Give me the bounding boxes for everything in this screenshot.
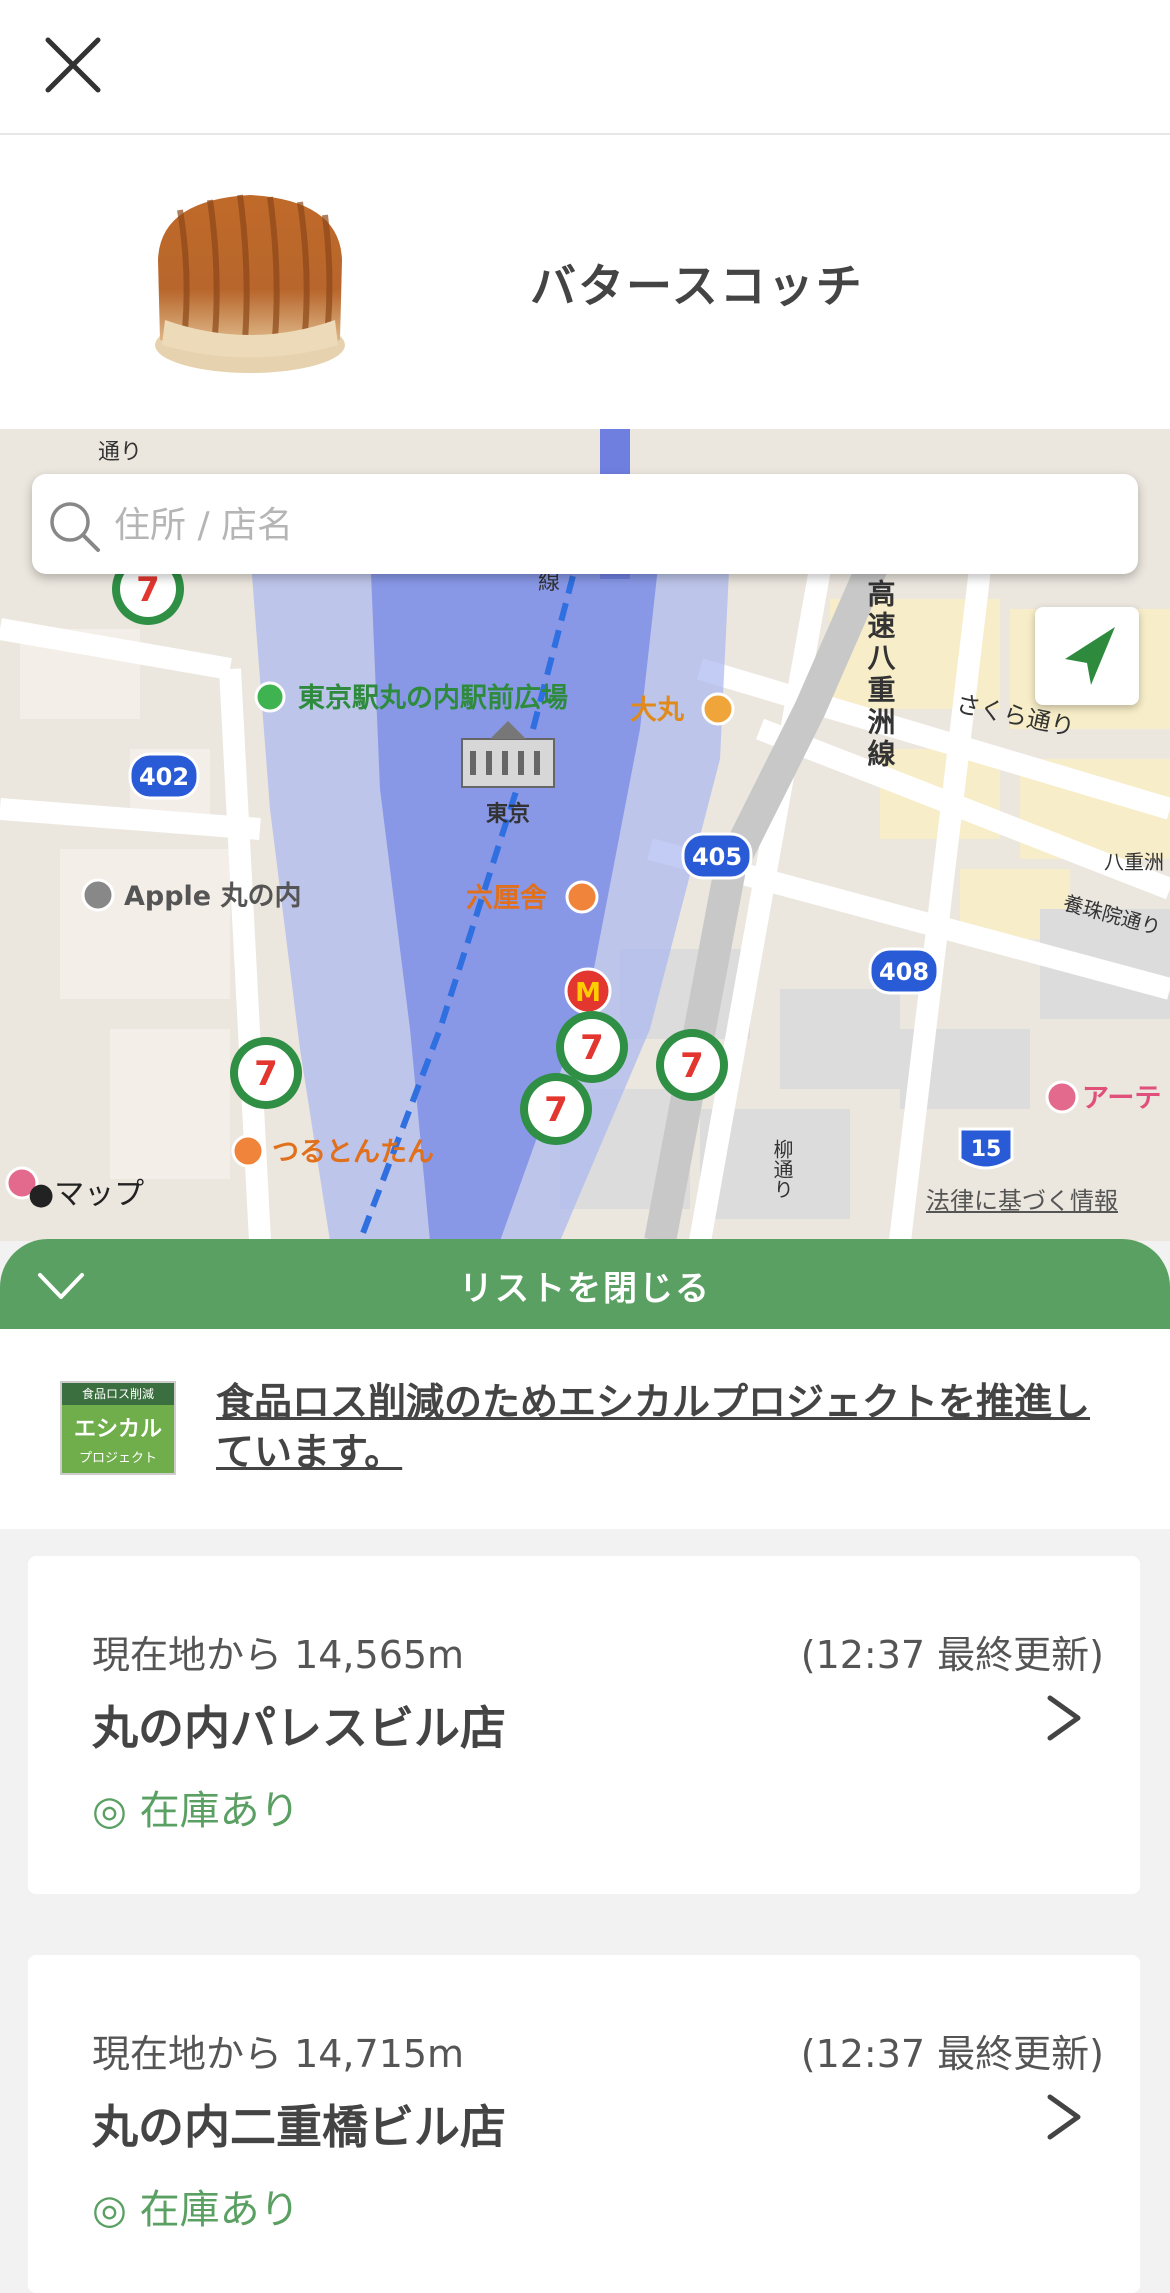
route-402-label: 402	[139, 763, 189, 791]
seven-eleven-marker[interactable]: 7	[556, 1011, 628, 1083]
logo-text-bot: プロジェクト	[78, 1451, 157, 1466]
bread-image	[155, 194, 345, 373]
map-search-box[interactable]	[32, 474, 1138, 574]
map-label-yaesu: 八重洲	[1104, 850, 1164, 874]
product-name: バタースコッチ	[530, 259, 864, 313]
close-list-button[interactable]: リストを閉じる	[0, 1239, 1170, 1329]
svg-text:M: M	[575, 978, 601, 1008]
route-405-icon: 405	[681, 832, 753, 880]
map-label-expressway: 高速八重洲線	[864, 579, 897, 771]
seven-eleven-marker[interactable]: 7	[656, 1029, 728, 1101]
route-15-icon: 15	[958, 1127, 1014, 1170]
search-icon	[50, 502, 100, 552]
map-label-street: 通り	[98, 440, 142, 465]
park-poi-icon	[254, 681, 286, 713]
shopping-bag-icon	[701, 692, 735, 726]
store-card[interactable]: 現在地から 14,565m (12:37 最終更新) 丸の内パレスビル店 ◎ 在…	[28, 1556, 1140, 1894]
route-405-label: 405	[692, 843, 742, 871]
route-408-icon: 408	[868, 947, 940, 995]
store-distance: 現在地から 14,715m	[92, 2032, 465, 2076]
svg-text:7: 7	[580, 1028, 604, 1068]
store-updated-time: (12:37 最終更新)	[800, 2032, 1104, 2076]
maps-attribution: ●マップ	[28, 1169, 144, 1213]
museum-icon	[1045, 1080, 1079, 1114]
store-name: 丸の内二重橋ビル店	[92, 2100, 506, 2154]
maps-attribution-label: マップ	[54, 1177, 145, 1212]
apple-store-icon	[81, 878, 115, 912]
restaurant-icon	[565, 880, 599, 914]
svg-text:7: 7	[544, 1090, 568, 1130]
svg-text:7: 7	[680, 1046, 704, 1086]
ethical-project-link[interactable]: 食品ロス削減のためエシカルプロジェクトを推進しています。	[216, 1377, 1116, 1477]
logo-text-mid: エシカル	[73, 1417, 162, 1442]
location-arrow-icon	[1065, 627, 1115, 685]
apple-logo-icon: ●	[28, 1177, 55, 1212]
store-updated-time: (12:37 最終更新)	[800, 1633, 1104, 1677]
ethical-project-banner: 食品ロス削減 エシカル プロジェクト 食品ロス削減のためエシカルプロジェクトを推…	[0, 1329, 1170, 1529]
seven-eleven-marker[interactable]: 7	[520, 1073, 592, 1145]
map-label-apple: Apple 丸の内	[124, 881, 302, 912]
route-402-icon: 402	[128, 752, 200, 800]
route-408-label: 408	[879, 958, 929, 986]
store-distance: 現在地から 14,565m	[92, 1633, 465, 1677]
stock-status: ◎ 在庫あり	[92, 1788, 300, 1834]
close-icon[interactable]	[38, 30, 108, 100]
ethical-project-logo: 食品ロス削減 エシカル プロジェクト	[60, 1381, 176, 1475]
logo-text-top: 食品ロス削減	[62, 1383, 174, 1405]
route-15-label: 15	[971, 1137, 1002, 1162]
map-label-rokurinsha: 六厘舎	[466, 883, 547, 914]
map-label-arte: アーテ	[1082, 1083, 1161, 1114]
current-location-button[interactable]	[1035, 607, 1139, 705]
svg-text:7: 7	[136, 570, 160, 610]
map-label-plaza: 東京駅丸の内駅前広場	[298, 682, 568, 714]
store-name: 丸の内パレスビル店	[92, 1701, 506, 1755]
restaurant-icon	[231, 1134, 265, 1168]
store-card[interactable]: 現在地から 14,715m (12:37 最終更新) 丸の内二重橋ビル店 ◎ 在…	[28, 1955, 1140, 2293]
close-list-label: リストを閉じる	[459, 1269, 711, 1309]
map-label-tsurutontan: つるとんたん	[272, 1137, 434, 1168]
product-header: バタースコッチ	[0, 135, 1170, 429]
legal-info-link[interactable]: 法律に基づく情報	[926, 1181, 1118, 1216]
map-label-yanagi: 柳通り	[770, 1139, 794, 1199]
top-bar	[0, 0, 1170, 135]
mcdonalds-icon: M	[564, 967, 612, 1015]
store-map[interactable]: 402 405 408 15 M 7 7 7 7 7 東京駅丸の内駅前広場 大丸…	[0, 429, 1170, 1241]
svg-text:7: 7	[254, 1054, 278, 1094]
search-input[interactable]	[112, 494, 1096, 556]
stock-status: ◎ 在庫あり	[92, 2187, 300, 2233]
map-label-daimaru: 大丸	[630, 695, 684, 726]
seven-eleven-marker[interactable]: 7	[230, 1037, 302, 1109]
chevron-right-icon	[1047, 1695, 1081, 1741]
chevron-right-icon	[1047, 2094, 1081, 2140]
map-label-tokyo: 東京	[486, 801, 530, 827]
